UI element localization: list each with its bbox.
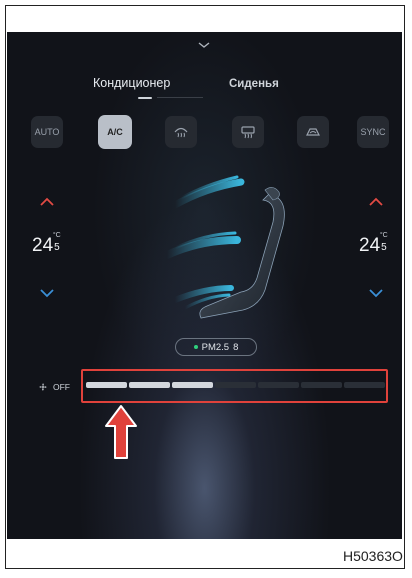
ac-button[interactable]: A/C [98,115,132,149]
sync-button[interactable]: SYNC [357,116,389,148]
tab-bar: Кондиционер Сиденья [7,76,402,100]
airflow-middle [163,231,241,259]
front-defrost-icon [174,127,188,138]
passenger-temp-int: 24 [359,235,381,256]
driver-temp-up-icon[interactable] [39,197,55,207]
tab-seats[interactable]: Сиденья [229,78,279,90]
recirculation-button[interactable] [297,116,329,148]
fan-off-label: OFF [53,382,70,392]
auto-button[interactable]: AUTO [31,116,63,148]
climate-screen: Кондиционер Сиденья AUTO A/C SYNC 245 °C… [7,32,402,539]
recirculation-icon [306,128,320,136]
fan-off-toggle[interactable]: OFF [39,382,70,392]
driver-temp-int: 24 [32,235,54,256]
pm25-value: 8 [233,341,239,353]
fan-icon [39,383,47,391]
passenger-temp-up-icon[interactable] [368,197,384,207]
passenger-temp-down-icon[interactable] [368,288,384,298]
active-tab-indicator [138,97,152,99]
figure-code: H50363O [343,548,403,564]
rear-defrost-icon [241,126,255,139]
tab-air-conditioner[interactable]: Кондиционер [93,76,170,90]
seat-shape [199,193,285,319]
seat-airflow-illustration [163,175,285,319]
driver-temp-unit: °C [52,232,61,239]
rear-defrost-button[interactable] [232,116,264,148]
airflow-upper [171,175,245,209]
tab-divider [157,97,203,98]
quick-buttons-row: AUTO A/C SYNC [7,115,402,149]
passenger-temp-dec: 5 [381,242,387,253]
driver-temperature: 245 °C [32,232,61,257]
front-defrost-button[interactable] [165,116,197,148]
fan-slider-highlight-box [81,369,388,403]
pm25-label: PM2.5 [201,341,230,353]
driver-temp-dec: 5 [54,242,60,253]
chevron-down-icon[interactable] [197,40,211,50]
passenger-temp-unit: °C [379,232,388,239]
red-pointer-arrow-icon [105,405,137,459]
passenger-temperature: 245 °C [359,232,388,257]
driver-temp-down-icon[interactable] [39,288,55,298]
air-quality-dot [193,345,198,349]
pm25-indicator: PM2.5 8 [175,338,257,356]
